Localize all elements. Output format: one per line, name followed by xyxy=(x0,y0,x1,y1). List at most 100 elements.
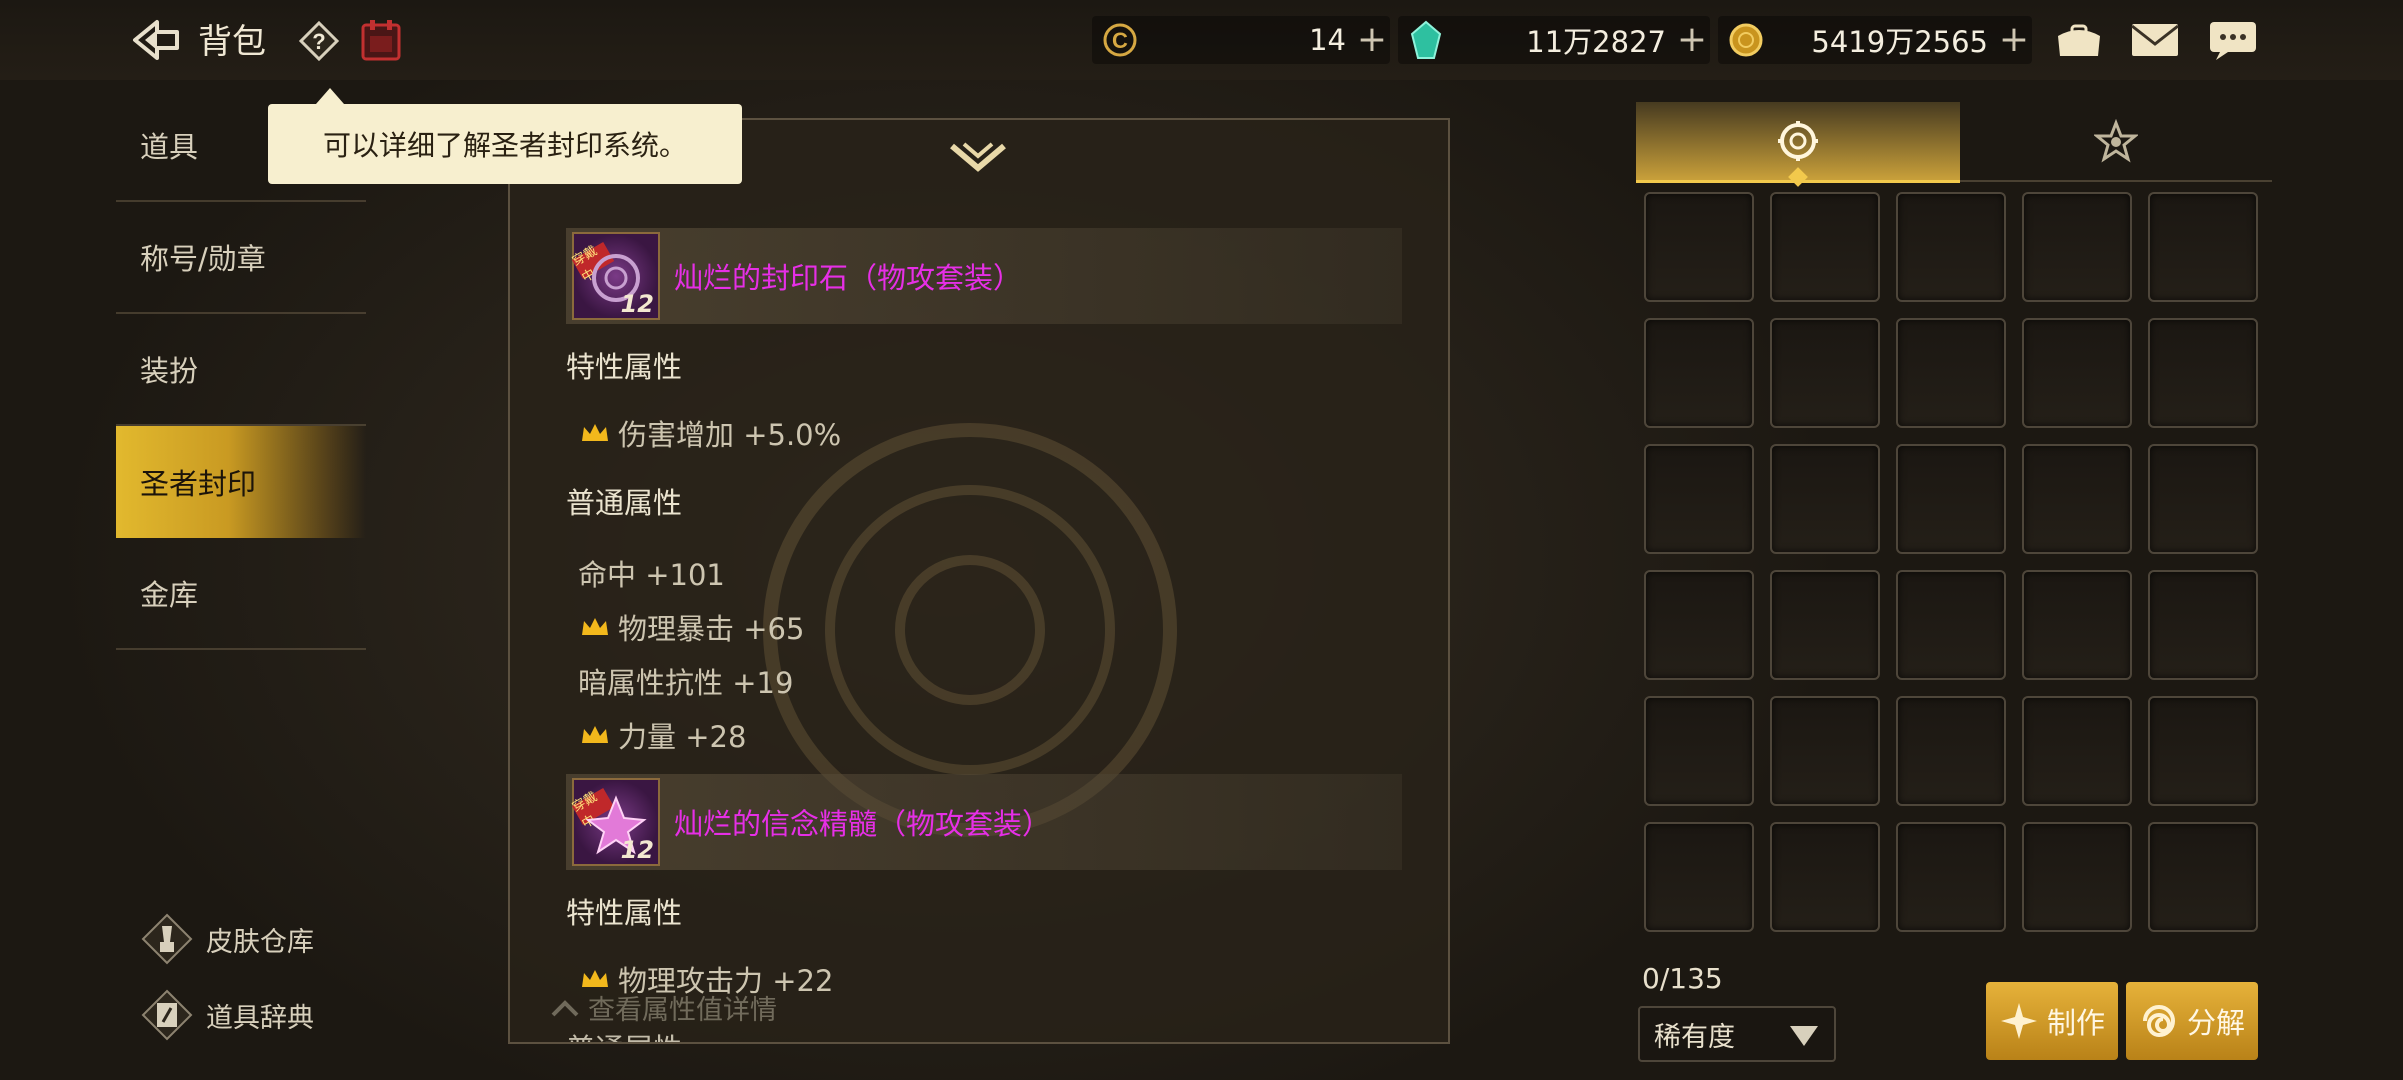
sidebar-item-label: 装扮 xyxy=(140,354,199,388)
svg-text:?: ? xyxy=(312,29,325,54)
rarity-filter-label: 稀有度 xyxy=(1654,1021,1735,1053)
chevron-up-icon xyxy=(551,999,579,1016)
crown-icon xyxy=(582,618,608,635)
seal-stone-icon: 穿戴中 12 xyxy=(570,232,660,320)
decompose-swirl-icon xyxy=(2142,1005,2175,1038)
calendar-icon xyxy=(361,20,401,61)
brush-icon xyxy=(141,913,193,965)
help-button[interactable]: ? xyxy=(298,20,340,62)
add-c-coin-button[interactable]: + xyxy=(1354,18,1390,62)
inventory-slot[interactable] xyxy=(1896,570,2006,680)
item-name: 灿烂的信念精髓（物攻套装） xyxy=(674,807,1052,841)
star-emblem-icon xyxy=(2094,119,2138,163)
inventory-slot[interactable] xyxy=(2148,570,2258,680)
equipped-item-row[interactable]: 穿戴中 12 灿烂的信念精髓（物攻套装） xyxy=(566,774,1402,870)
item-level: 12 xyxy=(620,290,654,318)
skin-storage-button[interactable]: 皮肤仓库 xyxy=(140,912,314,966)
normal-section-title: 普通属性 xyxy=(566,1026,682,1042)
gold-coin-icon xyxy=(1724,18,1768,62)
decompose-button[interactable]: 分解 xyxy=(2126,982,2258,1060)
chat-button[interactable] xyxy=(2206,18,2260,62)
help-tooltip: 可以详细了解圣者封印系统。 xyxy=(268,88,742,184)
inventory-slot[interactable] xyxy=(1896,696,2006,806)
currency-c-coin: C 14 + xyxy=(1092,16,1390,64)
skin-storage-label: 皮肤仓库 xyxy=(206,926,314,958)
attr-text: 物理暴击 +65 xyxy=(618,612,805,646)
sidebar-item-vault[interactable]: 金库 xyxy=(116,538,366,650)
item-dictionary-label: 道具辞典 xyxy=(206,1002,314,1034)
c-coin-value: 14 xyxy=(1309,23,1346,57)
shop-button[interactable] xyxy=(2052,18,2106,62)
inventory-slot[interactable] xyxy=(1896,318,2006,428)
inventory-slot[interactable] xyxy=(1770,192,1880,302)
add-gold-button[interactable]: + xyxy=(1996,18,2032,62)
item-dictionary-button[interactable]: 道具辞典 xyxy=(140,988,314,1042)
inventory-slot[interactable] xyxy=(2022,444,2132,554)
add-crystal-button[interactable]: + xyxy=(1674,18,1710,62)
normal-attr-row: 物理暴击 +65 xyxy=(580,606,804,648)
inventory-slot[interactable] xyxy=(1644,696,1754,806)
back-arrow-icon xyxy=(133,20,179,60)
inventory-slot[interactable] xyxy=(2148,822,2258,932)
mail-button[interactable] xyxy=(2128,18,2182,62)
inventory-slot[interactable] xyxy=(2022,696,2132,806)
equipped-item-row[interactable]: 穿戴中 12 灿烂的封印石（物攻套装） xyxy=(566,228,1402,324)
inventory-slot[interactable] xyxy=(2148,318,2258,428)
mail-icon xyxy=(2131,24,2179,56)
svg-text:C: C xyxy=(1112,28,1128,53)
item-name: 灿烂的封印石（物攻套装） xyxy=(674,261,1023,295)
question-icon: ? xyxy=(298,20,340,62)
inventory-slot[interactable] xyxy=(2022,570,2132,680)
view-details-hint[interactable]: 查看属性值详情 xyxy=(550,988,777,1027)
sidebar-item-saint-seal[interactable]: 圣者封印 xyxy=(116,426,366,538)
item-level: 12 xyxy=(620,836,654,864)
inventory-slot[interactable] xyxy=(2022,318,2132,428)
item-detail-panel[interactable]: 穿戴中 12 灿烂的封印石（物攻套装） 特性属性 伤害增加 +5.0% 普通属性… xyxy=(508,118,1450,1044)
calendar-button[interactable] xyxy=(360,18,402,62)
crystal-value: 11万2827 xyxy=(1526,25,1666,59)
sidebar-item-titles[interactable]: 称号/勋章 xyxy=(116,202,366,314)
seal-type-tabs xyxy=(1636,102,2272,187)
inventory-slot[interactable] xyxy=(1644,822,1754,932)
decompose-label: 分解 xyxy=(2186,1006,2245,1040)
inventory-slot[interactable] xyxy=(1770,444,1880,554)
back-button[interactable] xyxy=(128,16,184,64)
sidebar-item-costume[interactable]: 装扮 xyxy=(116,314,366,426)
craft-button[interactable]: 制作 xyxy=(1986,982,2118,1060)
c-coin-icon: C xyxy=(1098,18,1142,62)
sidebar-item-label: 金库 xyxy=(140,578,199,612)
currency-gold: 5419万2565 + xyxy=(1718,16,2032,64)
inventory-slot[interactable] xyxy=(1770,822,1880,932)
inventory-slot[interactable] xyxy=(2022,822,2132,932)
inventory-slot[interactable] xyxy=(1896,444,2006,554)
page-title: 背包 xyxy=(198,22,266,62)
tooltip-text: 可以详细了解圣者封印系统。 xyxy=(322,129,687,162)
inventory-slot[interactable] xyxy=(1770,570,1880,680)
dropdown-arrow-icon xyxy=(1790,1026,1818,1046)
inventory-slot[interactable] xyxy=(1644,444,1754,554)
inventory-slot[interactable] xyxy=(1896,192,2006,302)
trait-section-title: 特性属性 xyxy=(566,896,683,930)
inventory-slot[interactable] xyxy=(1644,570,1754,680)
chat-icon xyxy=(2210,22,2256,60)
inventory-slot[interactable] xyxy=(1896,822,2006,932)
seal-gear-icon xyxy=(1778,121,1818,161)
trait-section-title: 特性属性 xyxy=(566,350,683,384)
inventory-count: 0/135 xyxy=(1642,962,1723,995)
tab-essence[interactable] xyxy=(1960,102,2272,182)
collapse-chevron-icon[interactable] xyxy=(948,140,1008,176)
craft-label: 制作 xyxy=(2046,1006,2105,1040)
trait-attr-row: 伤害增加 +5.0% xyxy=(580,412,841,454)
craft-sparkle-icon xyxy=(2000,1003,2037,1039)
inventory-slot[interactable] xyxy=(1770,318,1880,428)
attr-text: 伤害增加 +5.0% xyxy=(618,418,842,452)
inventory-slot[interactable] xyxy=(2148,192,2258,302)
inventory-slot[interactable] xyxy=(2148,444,2258,554)
inventory-slot[interactable] xyxy=(1770,696,1880,806)
inventory-slot[interactable] xyxy=(1644,318,1754,428)
inventory-slot[interactable] xyxy=(1644,192,1754,302)
inventory-slot[interactable] xyxy=(2022,192,2132,302)
rarity-filter-dropdown[interactable]: 稀有度 xyxy=(1638,1006,1836,1062)
sidebar-item-label: 圣者封印 xyxy=(140,467,257,501)
inventory-slot[interactable] xyxy=(2148,696,2258,806)
